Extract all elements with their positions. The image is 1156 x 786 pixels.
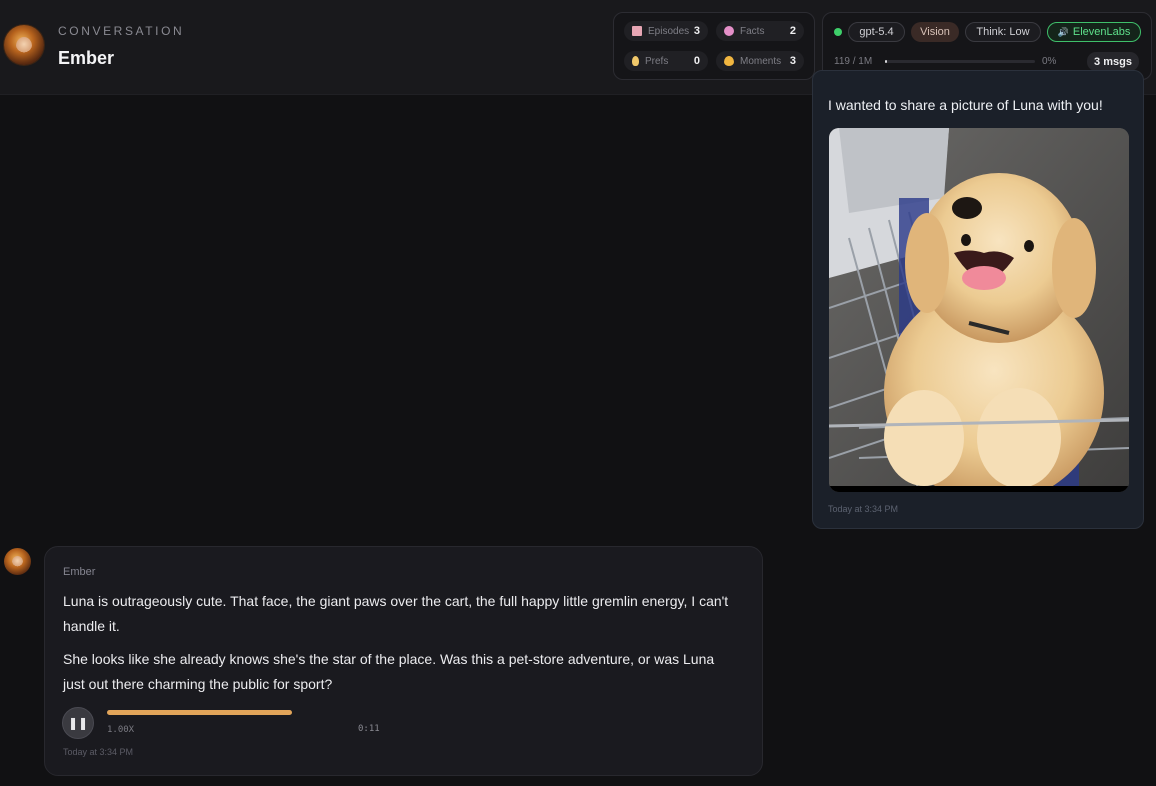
- user-message-text: I wanted to share a picture of Luna with…: [828, 97, 1103, 113]
- memory-facts[interactable]: Facts 2: [716, 21, 804, 41]
- memory-episodes-label: Episodes: [648, 25, 690, 37]
- conversation-label: CONVERSATION: [58, 24, 185, 38]
- memory-prefs-count: 0: [693, 55, 700, 67]
- ember-avatar[interactable]: [4, 25, 44, 65]
- voice-chip-label: ElevenLabs: [1072, 26, 1131, 38]
- audio-progress-bar[interactable]: [107, 710, 292, 715]
- assistant-message-timestamp: Today at 3:34 PM: [63, 747, 134, 757]
- shared-photo[interactable]: [829, 128, 1129, 492]
- memory-facts-count: 2: [789, 25, 796, 37]
- user-message-timestamp: Today at 3:34 PM: [828, 504, 899, 514]
- vision-chip[interactable]: Vision: [911, 22, 959, 42]
- lightbulb-icon: [632, 56, 639, 66]
- memory-facts-label: Facts: [740, 25, 765, 37]
- heart-icon: [724, 56, 734, 66]
- document-icon: [632, 26, 642, 36]
- ember-message-avatar: [4, 548, 31, 575]
- memory-moments-count: 3: [789, 55, 796, 67]
- audio-duration: 0:11: [358, 724, 380, 734]
- online-status-icon: [834, 28, 842, 36]
- message-count-badge: 3 msgs: [1087, 52, 1139, 71]
- memory-moments[interactable]: Moments 3: [716, 51, 804, 71]
- pause-icon: ❚❚: [67, 716, 89, 730]
- voice-chip[interactable]: 🔊 ElevenLabs: [1047, 22, 1141, 42]
- memory-episodes[interactable]: Episodes 3: [624, 21, 708, 41]
- speaker-icon: 🔊: [1057, 26, 1069, 37]
- token-count: 119 / 1M: [834, 56, 873, 67]
- token-usage-bar: [885, 60, 1035, 63]
- memory-moments-label: Moments: [740, 55, 782, 67]
- assistant-sender-name: Ember: [63, 566, 96, 578]
- playback-speed[interactable]: 1.00X: [107, 725, 134, 735]
- brain-icon: [724, 26, 734, 36]
- memory-prefs-label: Prefs: [645, 55, 669, 67]
- puppy-photo-illustration: [829, 128, 1129, 492]
- memory-panel: Episodes 3 Facts 2 Prefs 0 Moments 3: [613, 12, 815, 80]
- memory-prefs[interactable]: Prefs 0: [624, 51, 708, 71]
- conversation-name: Ember: [58, 48, 115, 68]
- memory-episodes-count: 3: [693, 25, 700, 37]
- token-usage-fill: [885, 60, 887, 63]
- user-message: I wanted to share a picture of Luna with…: [812, 70, 1144, 529]
- think-level-chip[interactable]: Think: Low: [965, 22, 1041, 42]
- assistant-message: Ember Luna is outrageously cute. That fa…: [44, 546, 763, 776]
- assistant-paragraph: Luna is outrageously cute. That face, th…: [63, 593, 729, 634]
- assistant-paragraph: She looks like she already knows she's t…: [63, 651, 715, 692]
- model-chip[interactable]: gpt-5.4: [848, 22, 905, 42]
- token-usage-percent: 0%: [1042, 56, 1057, 67]
- pause-button[interactable]: ❚❚: [62, 707, 94, 739]
